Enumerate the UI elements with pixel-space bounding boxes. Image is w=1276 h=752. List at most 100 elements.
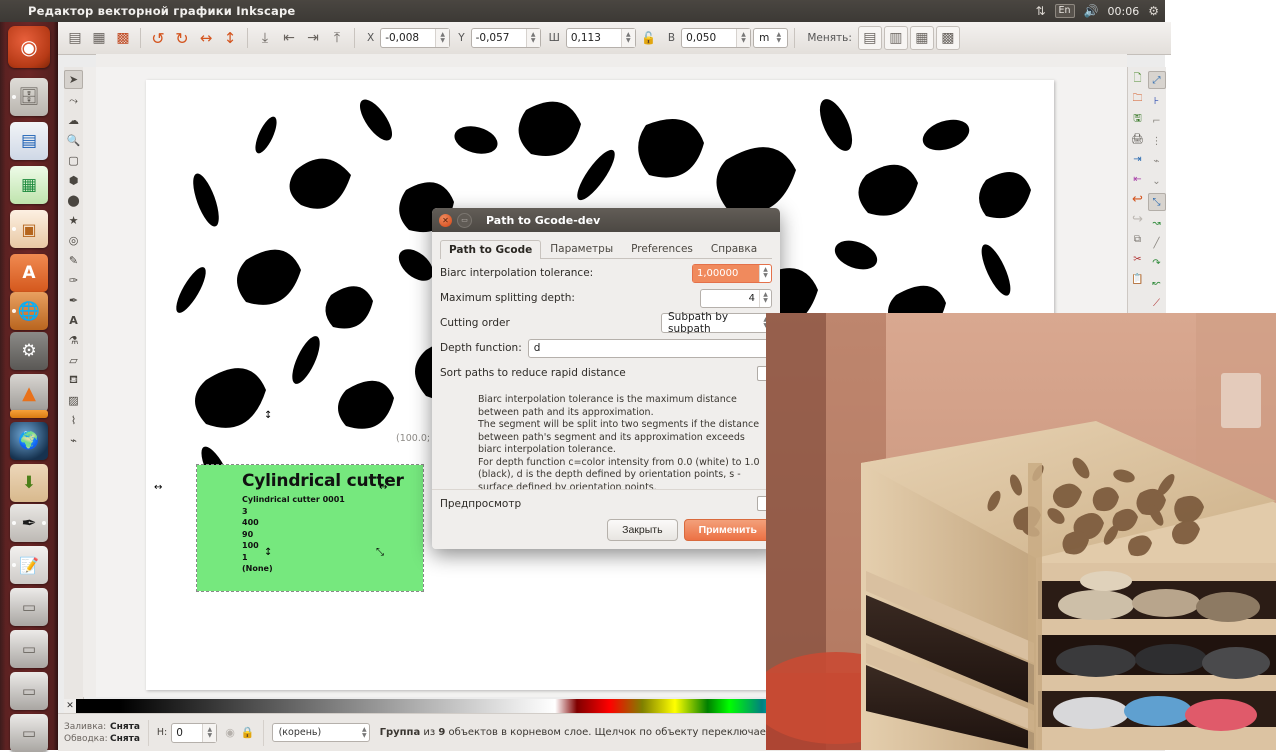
break-node-icon[interactable]: ↝: [1149, 215, 1165, 231]
connector-tool[interactable]: ⌁: [65, 432, 82, 449]
selection-handle-right[interactable]: ↔: [379, 483, 387, 493]
selection-handle-top[interactable]: ↕: [264, 411, 272, 421]
bucket-fill-tool[interactable]: ⛾: [65, 372, 82, 389]
symmetric-node-icon[interactable]: ↜: [1149, 275, 1165, 291]
selection-handle-top-right[interactable]: ⤢: [376, 411, 384, 421]
flip-horizontal-button[interactable]: ↔: [195, 27, 217, 49]
selected-green-object[interactable]: Cylindrical cutter Cylindrical cutter 00…: [196, 464, 424, 592]
layer-selector[interactable]: (корень) ▲ ▼: [271, 723, 370, 742]
rotate-ccw-button[interactable]: ↺: [147, 27, 169, 49]
new-document-icon[interactable]: 🗋: [1130, 71, 1146, 87]
select-all-button[interactable]: ▤: [64, 27, 86, 49]
opacity-field[interactable]: ▲▼: [171, 722, 218, 743]
smooth-node-icon[interactable]: ↷: [1149, 255, 1165, 271]
cusp-node-icon[interactable]: ╱: [1149, 235, 1165, 251]
close-button[interactable]: Закрыть: [607, 519, 678, 541]
print-document-icon[interactable]: 🖨: [1130, 131, 1146, 147]
undo-icon[interactable]: ↩: [1130, 191, 1146, 207]
launcher-item-disk-1[interactable]: ▭: [10, 588, 48, 626]
tab-help[interactable]: Справка: [702, 239, 766, 258]
lower-button[interactable]: ⇤: [278, 27, 300, 49]
selector-tool[interactable]: ➤: [64, 70, 83, 89]
distribute-node-icon[interactable]: ⋮: [1149, 133, 1165, 149]
selection-handle-bottom-right[interactable]: ⤡: [376, 548, 384, 558]
tab-preferences[interactable]: Preferences: [622, 239, 702, 258]
launcher-item-orange-strip[interactable]: [10, 410, 48, 418]
select-all-layers-button[interactable]: ▦: [88, 27, 110, 49]
launcher-item-writer[interactable]: ▤: [10, 122, 48, 160]
height-field[interactable]: ▲▼: [681, 28, 752, 48]
eraser-tool[interactable]: ▱: [65, 352, 82, 369]
affect-stroke-width-button[interactable]: ▤: [857, 26, 882, 50]
cut-icon[interactable]: ✂: [1130, 251, 1146, 267]
close-icon[interactable]: ✕: [439, 213, 452, 227]
biarc-tolerance-spinner[interactable]: ▲ ▼: [759, 264, 771, 282]
paste-icon[interactable]: 📋: [1130, 271, 1146, 287]
launcher-item-system-settings[interactable]: ⚙: [10, 332, 48, 370]
launcher-item-globe[interactable]: 🌍: [10, 422, 48, 460]
dropper-tool[interactable]: ⌇: [65, 412, 82, 429]
ellipse-tool[interactable]: ⬤: [65, 192, 82, 209]
launcher-item-calc[interactable]: ▦: [10, 166, 48, 204]
palette-none-swatch[interactable]: ✕: [64, 699, 76, 713]
join-node-icon[interactable]: ⤡: [1147, 193, 1166, 211]
width-field[interactable]: ▲▼: [565, 28, 636, 48]
tweak-tool[interactable]: ☁: [65, 112, 82, 129]
star-tool[interactable]: ★: [65, 212, 82, 229]
y-spinner[interactable]: ▲ ▼: [525, 29, 540, 47]
lock-icon[interactable]: 🔓: [638, 27, 660, 49]
open-document-icon[interactable]: 🗀: [1130, 91, 1146, 107]
rotate-cw-button[interactable]: ↻: [171, 27, 193, 49]
opacity-spinner[interactable]: ▲ ▼: [202, 723, 217, 742]
unit-selector[interactable]: m ▲ ▼: [753, 28, 789, 48]
align-node-corner-icon[interactable]: ⌐: [1149, 113, 1165, 129]
launcher-item-disk-4[interactable]: ▭: [10, 714, 48, 752]
vertical-ruler[interactable]: [83, 67, 97, 697]
auto-node-icon[interactable]: ⟋: [1149, 295, 1165, 311]
selection-handle-bottom[interactable]: ↕: [264, 548, 272, 558]
text-tool[interactable]: A: [65, 312, 82, 329]
keyboard-layout-indicator[interactable]: En: [1054, 4, 1075, 18]
x-coordinate-field[interactable]: ▲▼: [380, 28, 451, 48]
spray-tool[interactable]: ⚗: [65, 332, 82, 349]
apply-button[interactable]: Применить: [683, 519, 772, 541]
affect-rounded-corners-button[interactable]: ▥: [883, 26, 908, 50]
rectangle-tool[interactable]: ▢: [65, 152, 82, 169]
launcher-item-disk-2[interactable]: ▭: [10, 630, 48, 668]
raise-to-top-button[interactable]: ⤒: [326, 27, 348, 49]
height-spinner[interactable]: ▲ ▼: [736, 29, 751, 47]
node-edit-icon[interactable]: ⤢: [1147, 71, 1166, 89]
node-tool[interactable]: ⤳: [65, 92, 82, 109]
gear-icon[interactable]: ⚙: [1148, 5, 1159, 17]
copy-icon[interactable]: ⧉: [1130, 231, 1146, 247]
path-to-gcode-dialog[interactable]: ✕ ▭ Path to Gcode-dev Path to Gcode Пара…: [432, 208, 780, 549]
deselect-button[interactable]: ▩: [112, 27, 134, 49]
calligraphy-tool[interactable]: ✒: [65, 292, 82, 309]
pencil-tool[interactable]: ✎: [65, 252, 82, 269]
lower-to-bottom-button[interactable]: ⤓: [254, 27, 276, 49]
x-spinner[interactable]: ▲ ▼: [435, 29, 450, 47]
export-icon[interactable]: ⇤: [1130, 171, 1146, 187]
launcher-item-software-center[interactable]: A: [10, 254, 48, 292]
flip-vertical-button[interactable]: ↕: [219, 27, 241, 49]
biarc-tolerance-field[interactable]: ▲▼: [692, 263, 772, 283]
width-spinner[interactable]: ▲ ▼: [620, 29, 635, 47]
delete-node-icon[interactable]: ⌄: [1149, 173, 1165, 189]
launcher-item-vlc[interactable]: ▲: [10, 374, 48, 412]
launcher-item-ubuntu-dash[interactable]: ◉: [8, 26, 50, 68]
launcher-item-text-editor[interactable]: 📝: [10, 546, 48, 584]
launcher-item-archive-manager[interactable]: ⬇: [10, 464, 48, 502]
zoom-tool[interactable]: 🔍: [65, 132, 82, 149]
horizontal-ruler[interactable]: [96, 54, 1127, 68]
affect-gradients-button[interactable]: ▦: [909, 26, 934, 50]
dialog-titlebar[interactable]: ✕ ▭ Path to Gcode-dev: [432, 208, 780, 232]
launcher-item-files[interactable]: 🗄: [10, 78, 48, 116]
eye-icon[interactable]: ◉: [225, 726, 235, 739]
cutting-order-select[interactable]: Subpath by subpath ▲▼: [661, 311, 772, 335]
spiral-tool[interactable]: ◎: [65, 232, 82, 249]
lock-icon[interactable]: 🔒: [241, 726, 255, 739]
launcher-item-impress[interactable]: ▣: [10, 210, 48, 248]
network-updown-icon[interactable]: ⇅: [1035, 5, 1045, 17]
tab-path-to-gcode[interactable]: Path to Gcode: [440, 240, 542, 259]
save-document-icon[interactable]: 🖫: [1130, 111, 1146, 127]
